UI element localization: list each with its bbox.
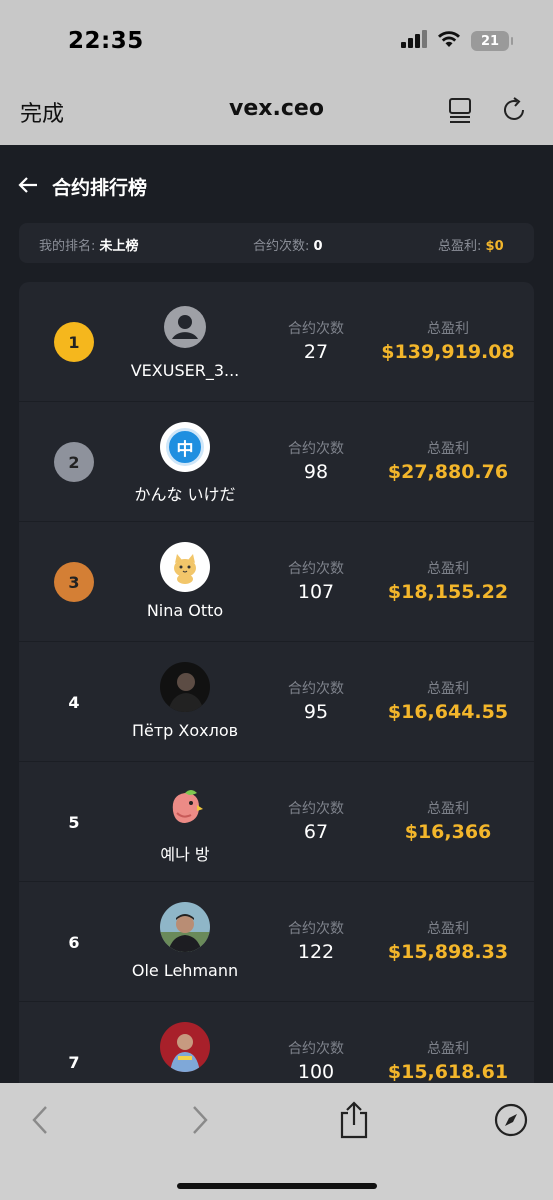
contract-count: 122 [297,941,335,963]
leaderboard-row[interactable]: 4 Пётр Хохлов 合约次数 95 总盈利 $16,644.55 [19,642,534,762]
leaderboard-row[interactable]: 1 VEXUSER_3... 合约次数 27 总盈利 $139,919.08 [19,282,534,402]
user-name: VEXUSER_3... [130,361,240,380]
total-profit: $15,898.33 [387,941,509,963]
photo-avatar [160,1022,210,1072]
contract-count: 107 [297,581,335,603]
leaderboard-row[interactable]: 7 合约次数 100 总盈利 $15,618.61 [19,1002,534,1083]
total-profit: $139,919.08 [381,341,515,363]
forward-chevron-icon[interactable] [190,1105,210,1139]
photo-avatar [160,902,210,952]
compass-icon[interactable] [494,1103,528,1141]
profit-label: 总盈利 [427,801,469,817]
count-label: 合约次数 [288,801,344,817]
profit-label: 总盈利 [427,441,469,457]
page-title: 合约排行榜 [52,177,148,199]
back-chevron-icon[interactable] [30,1105,50,1139]
wifi-icon [437,30,461,52]
cat-icon [160,542,210,592]
count-label: 合约次数 [288,321,344,337]
leaderboard-row[interactable]: 3 Nina Otto 合约次数 107 总盈利 $18,155.22 [19,522,534,642]
count-label: 合约次数 [288,441,344,457]
total-profit: $15,618.61 [387,1061,509,1083]
rank-number: 6 [68,932,80,952]
total-profit: $16,366 [404,821,492,843]
default-user-icon [160,302,210,352]
my-summary: 我的排名: 未上榜 合约次数: 0 总盈利: $0 [19,223,534,263]
leaderboard-row[interactable]: 5 예나 방 合约次数 67 总盈利 $16,366 [19,762,534,882]
total-profit: $16,644.55 [387,701,509,723]
user-name: Nina Otto [146,601,224,620]
profit-label: 总盈利 [427,561,469,577]
back-arrow-icon[interactable] [18,176,38,198]
user-name: Пётр Хохлов [131,721,239,740]
contract-count: 27 [303,341,329,363]
bird-icon [160,782,210,832]
browser-top-bar: 22:35 21 完成 vex.ceo [0,0,553,145]
status-icons: 21 [401,30,513,52]
home-indicator [177,1183,377,1189]
count-label: 合约次数 [288,561,344,577]
rank-number: 7 [68,1052,80,1072]
rank-number: 5 [68,812,80,832]
profit-label: 总盈利 [427,921,469,937]
contract-count: 98 [303,461,329,483]
share-icon[interactable] [338,1101,370,1143]
rank-badge-silver: 2 [54,442,94,482]
total-profit: $27,880.76 [387,461,509,483]
reload-icon[interactable] [502,96,528,128]
reader-icon[interactable] [448,96,474,128]
battery-indicator: 21 [471,31,513,51]
profit-label: 总盈利 [427,1041,469,1057]
leaderboard-row[interactable]: 2 中 かんな いけだ 合约次数 98 总盈利 $27,880.76 [19,402,534,522]
status-time: 22:35 [68,28,144,54]
count-label: 合约次数 [288,921,344,937]
user-name: 예나 방 [160,845,210,864]
rank-badge-gold: 1 [54,322,94,362]
profit-label: 总盈利 [427,321,469,337]
count-label: 合约次数 [288,1041,344,1057]
browser-bottom-toolbar [0,1083,553,1200]
leaderboard-list: 1 VEXUSER_3... 合约次数 27 总盈利 $139,919.08 2… [19,282,534,1083]
my-rank: 我的排名: 未上榜 [39,239,139,254]
my-contract-count: 合约次数: 0 [253,239,323,254]
user-name: Ole Lehmann [131,961,239,980]
contract-count: 95 [303,701,329,723]
contract-count: 100 [297,1061,335,1083]
rank-badge-bronze: 3 [54,562,94,602]
contract-count: 67 [303,821,329,843]
rank-number: 4 [68,692,80,712]
photo-avatar [160,662,210,712]
total-profit: $18,155.22 [387,581,509,603]
page-header: 合约排行榜 [18,173,147,200]
count-label: 合约次数 [288,681,344,697]
leaderboard-page: 合约排行榜 我的排名: 未上榜 合约次数: 0 总盈利: $0 1 VEXUSE… [0,145,553,1083]
my-total-profit: 总盈利: $0 [438,239,504,254]
zhong-badge-icon: 中 [160,422,210,472]
leaderboard-row[interactable]: 6 Ole Lehmann 合约次数 122 总盈利 $15,898.33 [19,882,534,1002]
profit-label: 总盈利 [427,681,469,697]
signal-icon [401,30,427,52]
user-name: かんな いけだ [134,485,236,504]
